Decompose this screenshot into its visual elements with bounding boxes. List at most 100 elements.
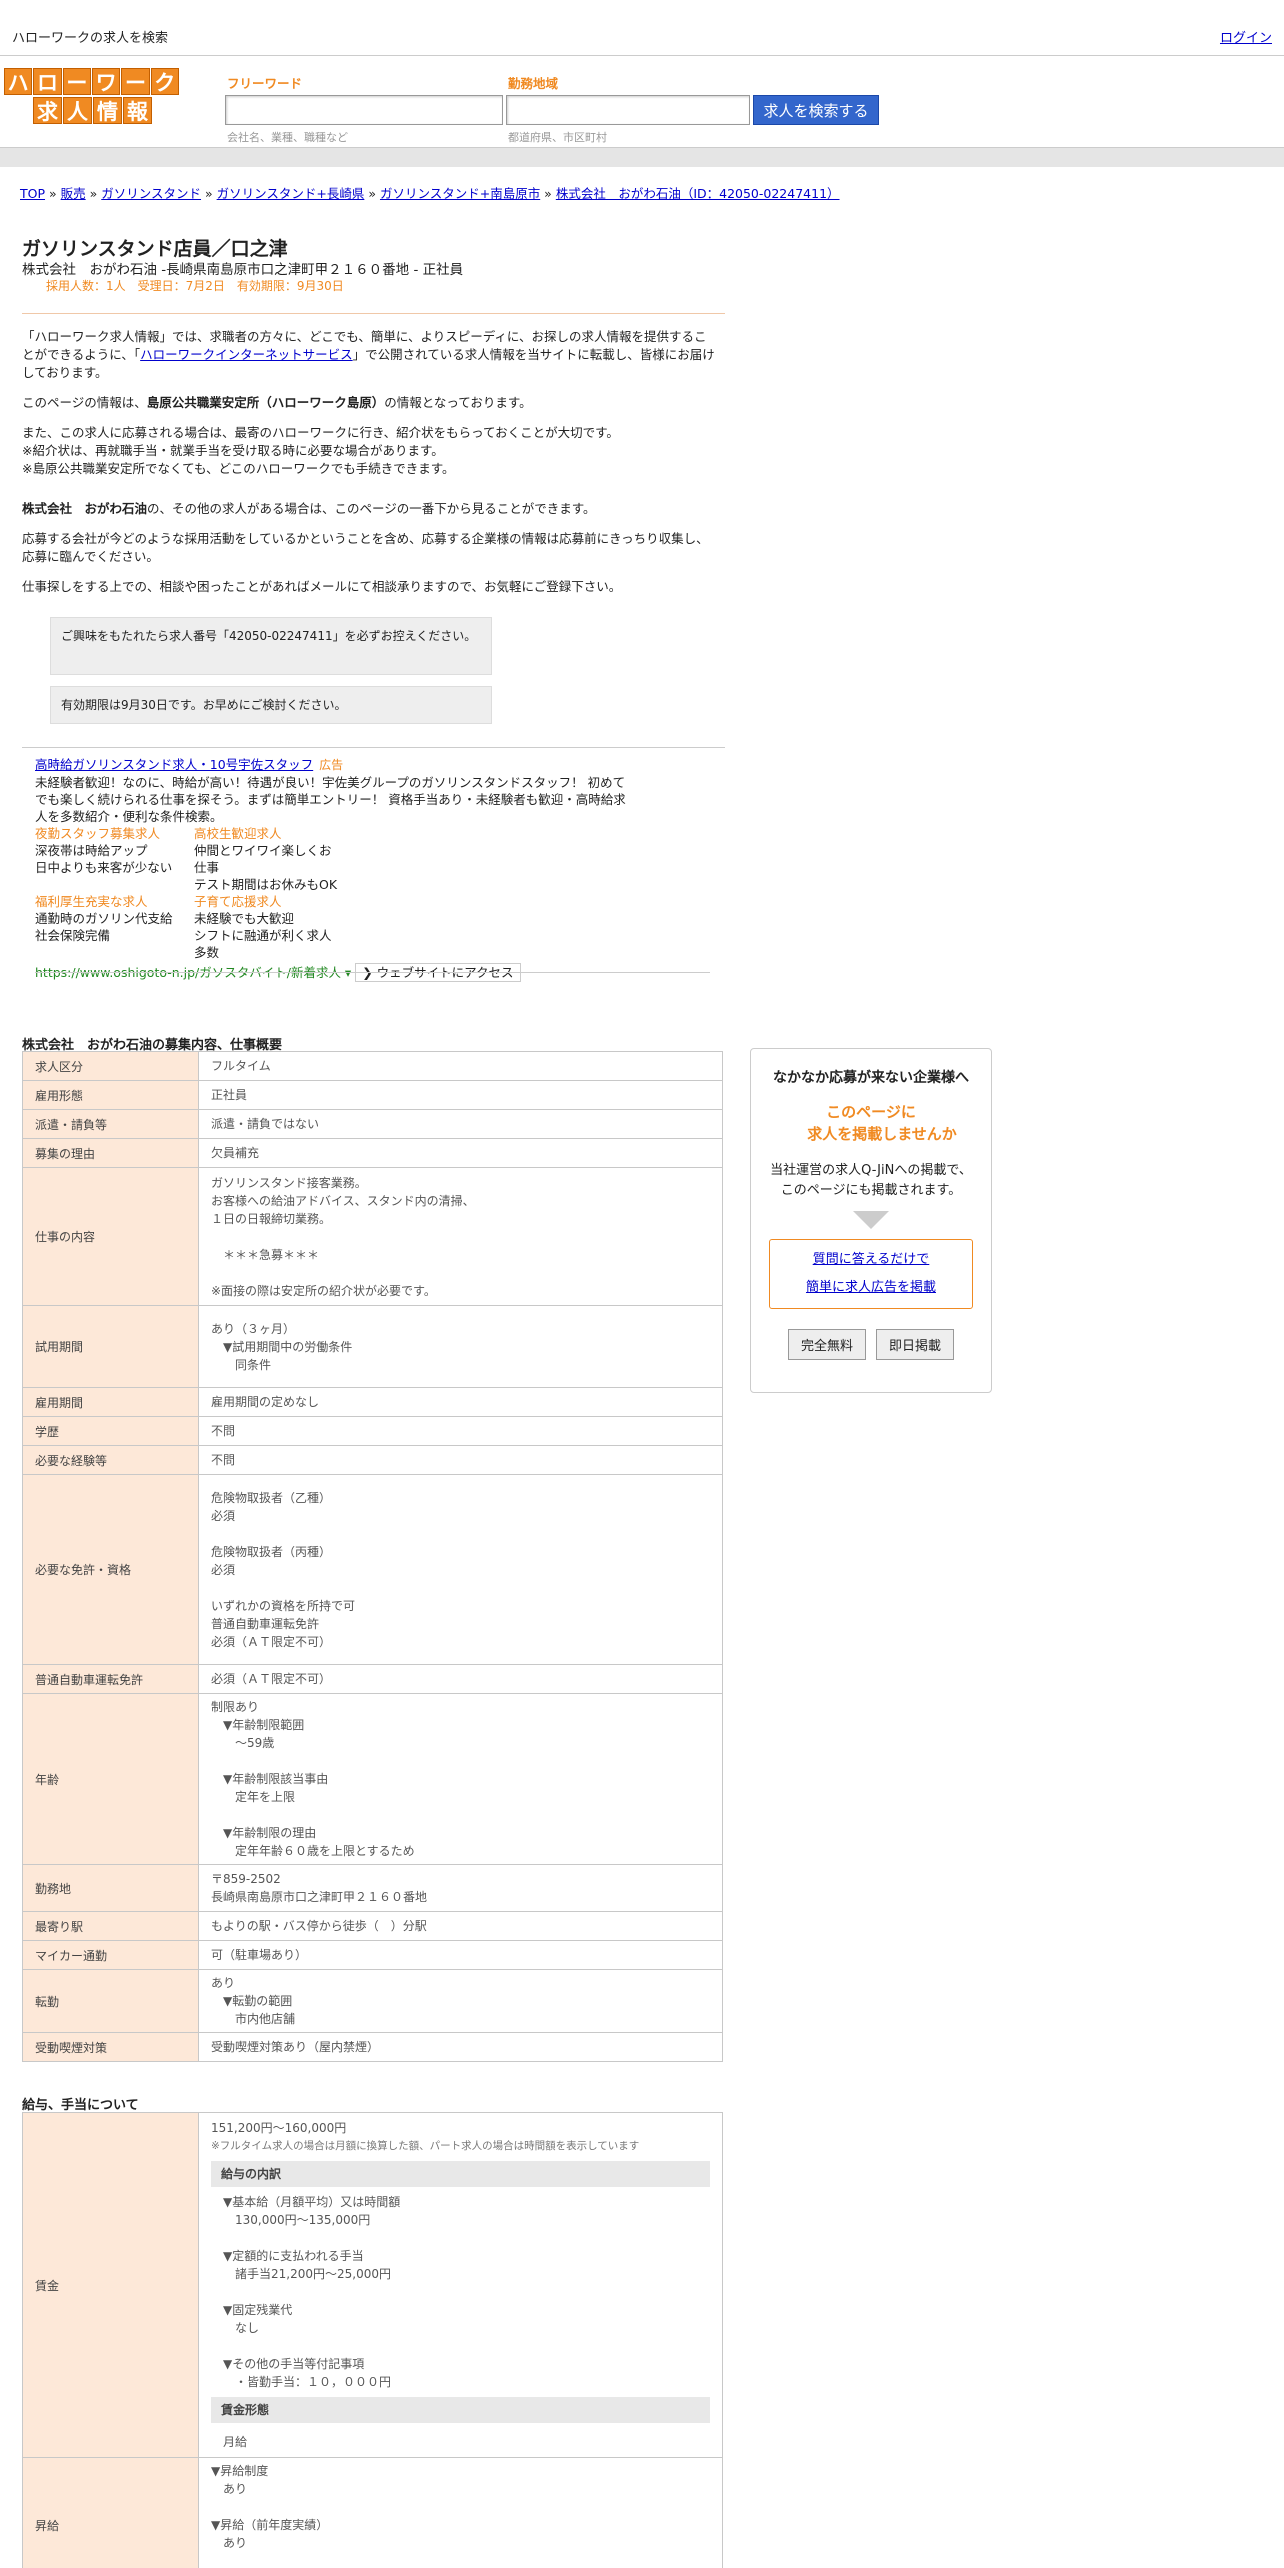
breadcrumb-link[interactable]: 販売 — [61, 186, 86, 201]
raise-value: ▼昇給制度 あり ▼昇給（前年度実績） あり ▼昇給金額／昇給率 — [198, 2457, 723, 2568]
row-value-line: 定年を上限 — [211, 1790, 296, 1804]
table-row: 求人区分 フルタイム — [22, 1051, 723, 1081]
table-row: 最寄り駅 もよりの駅・バス停から徒歩（ ）分駅 — [22, 1911, 723, 1941]
ad-sitelink-line: テスト期間はお休みもOK — [194, 877, 338, 892]
row-value-line: 正社員 — [211, 1088, 248, 1102]
row-key: 賃金 — [22, 2112, 199, 2458]
area-input[interactable] — [506, 95, 750, 125]
wage-line: ▼定額的に支払われる手当 — [223, 2249, 364, 2263]
ad-sitelink-3[interactable]: 福利厚生充実な求人 通勤時のガソリン代支給 社会保険完備 — [35, 893, 180, 961]
row-key: 仕事の内容 — [22, 1167, 199, 1306]
row-value-line: １日の日報締切業務。 — [211, 1211, 332, 1226]
side-box-link-1[interactable]: 質問に答えるだけで — [813, 1252, 930, 1267]
wage-breakdown-heading: 給与の内訳 — [211, 2161, 710, 2187]
ad-block: 高時給ガソリンスタンド求人・10号宇佐スタッフ 広告 未経験者歓迎！なのに、時給が… — [35, 756, 635, 982]
logo-char: 人 — [63, 97, 92, 124]
table-row: 受動喫煙対策 受動喫煙対策あり（屋内禁煙） — [22, 2032, 723, 2062]
wage-breakdown: ▼基本給（月額平均）又は時間額 130,000円〜135,000円 ▼定額的に支… — [211, 2193, 710, 2391]
row-key: マイカー通勤 — [22, 1940, 199, 1970]
breadcrumb-separator: » — [85, 186, 102, 201]
row-value-line: ＊＊＊急募＊＊＊ — [211, 1247, 320, 1262]
row-value-line: フルタイム — [211, 1059, 271, 1073]
site-logo[interactable]: ハローワーク 求人情報 — [4, 68, 180, 126]
wage-line: ・皆勤手当：１０，０００円 — [223, 2375, 392, 2389]
section-title-wage: 給与、手当について — [22, 2098, 139, 2113]
row-key: 勤務地 — [22, 1864, 199, 1912]
company-name: 株式会社 おがわ石油 — [22, 501, 148, 516]
job-subtitle: 株式会社 おがわ石油 -長崎県南島原市口之津町甲２１６０番地 - 正社員 — [22, 262, 464, 278]
row-value-line: 〜59歳 — [211, 1736, 275, 1750]
breadcrumb-link[interactable]: ガソリンスタンド+長崎県 — [217, 186, 365, 201]
row-value-line: もよりの駅・バス停から徒歩（ ）分駅 — [211, 1919, 427, 1933]
row-value-line — [211, 1808, 215, 1822]
breadcrumb-separator: » — [45, 186, 61, 201]
row-value-line — [211, 1754, 215, 1768]
side-box-offer-1: このページに — [826, 1103, 916, 1121]
breadcrumb-link[interactable]: ガソリンスタンド+南島原市 — [380, 186, 540, 201]
ad-sitelink-2[interactable]: 高校生歓迎求人 仲間とワイワイ楽しくお仕事 テスト期間はお休みもOK — [194, 825, 339, 893]
logo-char: ー — [121, 68, 150, 95]
wage-line — [223, 2337, 710, 2355]
row-value-line: 同条件 — [211, 1357, 272, 1372]
table-row: 賃金 151,200円〜160,000円 ※フルタイム求人の場合は月額に換算した… — [22, 2112, 723, 2458]
table-row: 昇給 ▼昇給制度 あり ▼昇給（前年度実績） あり ▼昇給金額／昇給率 — [22, 2457, 723, 2568]
row-value: フルタイム — [198, 1051, 723, 1081]
search-button[interactable]: 求人を検索する — [753, 95, 879, 125]
row-key: 雇用形態 — [22, 1080, 199, 1110]
login-link[interactable]: ログイン — [1220, 27, 1272, 46]
row-key: 必要な免許・資格 — [22, 1474, 199, 1665]
row-value: もよりの駅・バス停から徒歩（ ）分駅 — [198, 1911, 723, 1941]
row-value-line: ▼転勤の範囲 — [211, 1994, 293, 2008]
wage-line — [223, 2229, 710, 2247]
row-value-line: 必須（ＡＴ限定不可） — [211, 1672, 332, 1686]
header-divider — [0, 147, 1284, 167]
row-key: 求人区分 — [22, 1051, 199, 1081]
row-value-line: 可（駐車場あり） — [211, 1948, 308, 1962]
ad-sitelink-line: 仲間とワイワイ楽しくお仕事 — [194, 843, 332, 875]
office-name: 島原公共職業安定所（ハローワーク島原） — [146, 395, 385, 410]
intro-text-4b: の、その他の求人がある場合は、このページの一番下から見ることができます。 — [147, 501, 596, 516]
breadcrumb-link[interactable]: TOP — [20, 186, 45, 201]
row-value: あり（３ヶ月） ▼試用期間中の労働条件 同条件 — [198, 1305, 723, 1388]
breadcrumb-link[interactable]: 株式会社 おがわ石油（ID：42050-02247411） — [556, 186, 840, 201]
row-value-line: 危険物取扱者（丙種） — [211, 1544, 332, 1559]
same-day-button[interactable]: 即日掲載 — [876, 1329, 955, 1360]
intro-text-3c: ※島原公共職業安定所でなくても、どこのハローワークでも手続きできます。 — [22, 461, 455, 476]
table-row: 年齢 制限あり ▼年齢制限範囲 〜59歳 ▼年齢制限該当事由 定年を上限 ▼年齢制… — [22, 1693, 723, 1865]
freeword-label: フリーワード — [227, 76, 303, 91]
row-value: 151,200円〜160,000円 ※フルタイム求人の場合は月額に換算した額、パ… — [198, 2112, 723, 2458]
wage-line: なし — [223, 2321, 260, 2335]
side-box-offer-2: 求人を掲載しませんか — [807, 1125, 957, 1143]
row-value: 派遣・請負ではない — [198, 1109, 723, 1139]
breadcrumb-link[interactable]: ガソリンスタンド — [101, 186, 201, 201]
side-box-link-2[interactable]: 簡単に求人広告を掲載 — [806, 1280, 936, 1295]
row-key: 年齢 — [22, 1693, 199, 1865]
table-row: 勤務地 〒859-2502 長崎県南島原市口之津町甲２１６０番地 — [22, 1864, 723, 1912]
row-value-line: 派遣・請負ではない — [211, 1117, 320, 1131]
row-key: 試用期間 — [22, 1305, 199, 1388]
free-button[interactable]: 完全無料 — [787, 1329, 866, 1360]
intro-text-6: 仕事探しをする上での、相談や困ったことがあればメールにて相談承りますので、お気軽… — [22, 579, 622, 594]
row-value-line: 必須 — [211, 1562, 236, 1577]
row-value-line: ▼試用期間中の労働条件 — [211, 1339, 353, 1354]
ad-tag: 広告 — [319, 758, 344, 772]
row-value: 受動喫煙対策あり（屋内禁煙） — [198, 2032, 723, 2062]
side-box-desc-1: 当社運営の求人Q-JiNへの掲載で、 — [770, 1163, 972, 1178]
ad-sitelink-4[interactable]: 子育て応援求人 未経験でも大歓迎 シフトに融通が利く求人多数 — [194, 893, 339, 961]
job-meta: 採用人数：1人 受理日：7月2日 有効期限：9月30日 — [46, 279, 344, 293]
wage-line: ▼その他の手当等付記事項 — [223, 2357, 365, 2371]
ad-title-link[interactable]: 高時給ガソリンスタンド求人・10号宇佐スタッフ — [35, 757, 313, 772]
row-value-line — [211, 1230, 215, 1244]
row-value-line: 受動喫煙対策あり（屋内禁煙） — [211, 2040, 380, 2054]
ad-sitelink-1[interactable]: 夜勤スタッフ募集求人 深夜帯は時給アップ 日中よりも来客が少ない — [35, 825, 180, 893]
hellowork-internet-link[interactable]: ハローワークインターネットサービス — [140, 347, 353, 362]
logo-char: 求 — [33, 97, 62, 124]
logo-char: 報 — [123, 97, 152, 124]
row-key: 学歴 — [22, 1416, 199, 1446]
table-row: 必要な免許・資格 危険物取扱者（乙種） 必須 危険物取扱者（丙種） 必須 いずれかの資… — [22, 1474, 723, 1665]
notice-expiry: 有効期限は9月30日です。お早めにご検討ください。 — [50, 686, 492, 724]
freeword-input[interactable] — [225, 95, 503, 125]
row-value-line: 市内他店舗 — [211, 2012, 296, 2026]
ad-sitelink-line: 日中よりも来客が少ない — [35, 860, 173, 875]
row-value: 欠員補充 — [198, 1138, 723, 1168]
